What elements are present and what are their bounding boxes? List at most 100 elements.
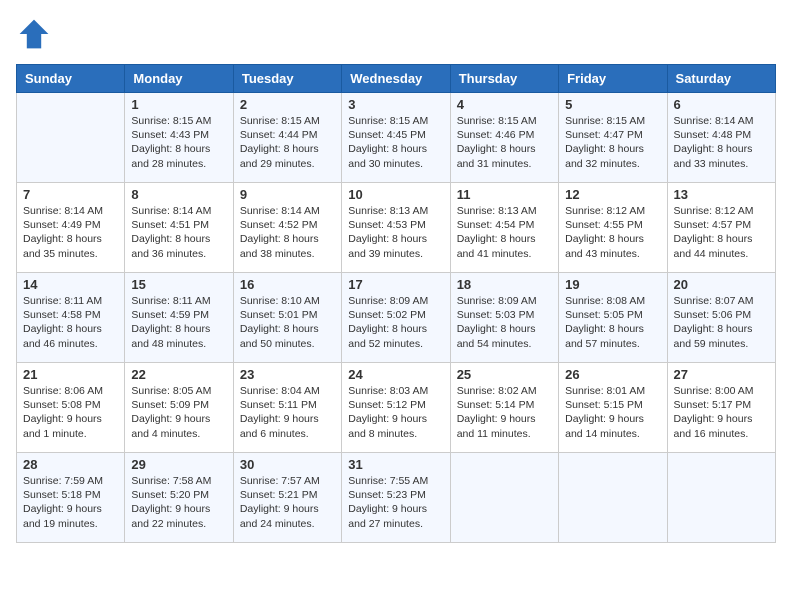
day-number: 8 — [131, 187, 226, 202]
calendar-cell: 4 Sunrise: 8:15 AMSunset: 4:46 PMDaylight… — [450, 93, 558, 183]
calendar-header-monday: Monday — [125, 65, 233, 93]
day-info: Sunrise: 8:10 AMSunset: 5:01 PMDaylight:… — [240, 294, 335, 351]
calendar-cell: 1 Sunrise: 8:15 AMSunset: 4:43 PMDaylight… — [125, 93, 233, 183]
day-info: Sunrise: 7:55 AMSunset: 5:23 PMDaylight:… — [348, 474, 443, 531]
calendar-header-sunday: Sunday — [17, 65, 125, 93]
day-info: Sunrise: 8:12 AMSunset: 4:55 PMDaylight:… — [565, 204, 660, 261]
day-number: 17 — [348, 277, 443, 292]
day-info: Sunrise: 8:15 AMSunset: 4:45 PMDaylight:… — [348, 114, 443, 171]
day-number: 19 — [565, 277, 660, 292]
calendar-cell: 13 Sunrise: 8:12 AMSunset: 4:57 PMDayligh… — [667, 183, 775, 273]
day-info: Sunrise: 8:13 AMSunset: 4:54 PMDaylight:… — [457, 204, 552, 261]
day-info: Sunrise: 8:08 AMSunset: 5:05 PMDaylight:… — [565, 294, 660, 351]
day-number: 10 — [348, 187, 443, 202]
calendar-week-row: 21 Sunrise: 8:06 AMSunset: 5:08 PMDayligh… — [17, 363, 776, 453]
day-info: Sunrise: 8:00 AMSunset: 5:17 PMDaylight:… — [674, 384, 769, 441]
day-info: Sunrise: 8:15 AMSunset: 4:44 PMDaylight:… — [240, 114, 335, 171]
day-number: 11 — [457, 187, 552, 202]
day-info: Sunrise: 8:02 AMSunset: 5:14 PMDaylight:… — [457, 384, 552, 441]
day-number: 1 — [131, 97, 226, 112]
calendar-cell: 3 Sunrise: 8:15 AMSunset: 4:45 PMDaylight… — [342, 93, 450, 183]
day-number: 12 — [565, 187, 660, 202]
calendar-cell: 7 Sunrise: 8:14 AMSunset: 4:49 PMDaylight… — [17, 183, 125, 273]
calendar-cell: 16Sunrise: 8:10 AMSunset: 5:01 PMDayligh… — [233, 273, 341, 363]
calendar-week-row: 28 Sunrise: 7:59 AMSunset: 5:18 PMDayligh… — [17, 453, 776, 543]
calendar-header-wednesday: Wednesday — [342, 65, 450, 93]
calendar-week-row: 7 Sunrise: 8:14 AMSunset: 4:49 PMDaylight… — [17, 183, 776, 273]
day-info: Sunrise: 8:14 AMSunset: 4:52 PMDaylight:… — [240, 204, 335, 261]
day-info: Sunrise: 8:13 AMSunset: 4:53 PMDaylight:… — [348, 204, 443, 261]
day-info: Sunrise: 8:14 AMSunset: 4:51 PMDaylight:… — [131, 204, 226, 261]
day-number: 24 — [348, 367, 443, 382]
calendar-cell: 25 Sunrise: 8:02 AMSunset: 5:14 PMDayligh… — [450, 363, 558, 453]
day-info: Sunrise: 8:09 AMSunset: 5:03 PMDaylight:… — [457, 294, 552, 351]
calendar-cell: 9 Sunrise: 8:14 AMSunset: 4:52 PMDaylight… — [233, 183, 341, 273]
day-number: 14 — [23, 277, 118, 292]
day-number: 2 — [240, 97, 335, 112]
day-number: 6 — [674, 97, 769, 112]
calendar-cell — [559, 453, 667, 543]
day-info: Sunrise: 8:14 AMSunset: 4:49 PMDaylight:… — [23, 204, 118, 261]
day-number: 29 — [131, 457, 226, 472]
calendar-cell: 30Sunrise: 7:57 AMSunset: 5:21 PMDayligh… — [233, 453, 341, 543]
calendar-cell: 19 Sunrise: 8:08 AMSunset: 5:05 PMDayligh… — [559, 273, 667, 363]
day-number: 26 — [565, 367, 660, 382]
day-info: Sunrise: 8:15 AMSunset: 4:43 PMDaylight:… — [131, 114, 226, 171]
day-info: Sunrise: 8:01 AMSunset: 5:15 PMDaylight:… — [565, 384, 660, 441]
calendar-cell: 28 Sunrise: 7:59 AMSunset: 5:18 PMDayligh… — [17, 453, 125, 543]
calendar-cell: 5Sunrise: 8:15 AMSunset: 4:47 PMDaylight… — [559, 93, 667, 183]
calendar-cell: 21 Sunrise: 8:06 AMSunset: 5:08 PMDayligh… — [17, 363, 125, 453]
calendar-header-row: SundayMondayTuesdayWednesdayThursdayFrid… — [17, 65, 776, 93]
day-number: 25 — [457, 367, 552, 382]
day-info: Sunrise: 8:07 AMSunset: 5:06 PMDaylight:… — [674, 294, 769, 351]
calendar-cell: 20 Sunrise: 8:07 AMSunset: 5:06 PMDayligh… — [667, 273, 775, 363]
calendar-cell — [450, 453, 558, 543]
day-info: Sunrise: 8:14 AMSunset: 4:48 PMDaylight:… — [674, 114, 769, 171]
day-info: Sunrise: 8:05 AMSunset: 5:09 PMDaylight:… — [131, 384, 226, 441]
calendar-header-saturday: Saturday — [667, 65, 775, 93]
calendar-week-row: 1 Sunrise: 8:15 AMSunset: 4:43 PMDaylight… — [17, 93, 776, 183]
calendar-cell: 6 Sunrise: 8:14 AMSunset: 4:48 PMDaylight… — [667, 93, 775, 183]
day-number: 13 — [674, 187, 769, 202]
calendar-cell: 18 Sunrise: 8:09 AMSunset: 5:03 PMDayligh… — [450, 273, 558, 363]
day-info: Sunrise: 8:09 AMSunset: 5:02 PMDaylight:… — [348, 294, 443, 351]
day-info: Sunrise: 8:12 AMSunset: 4:57 PMDaylight:… — [674, 204, 769, 261]
calendar-cell: 14 Sunrise: 8:11 AMSunset: 4:58 PMDayligh… — [17, 273, 125, 363]
calendar-cell: 29 Sunrise: 7:58 AMSunset: 5:20 PMDayligh… — [125, 453, 233, 543]
calendar-cell: 2 Sunrise: 8:15 AMSunset: 4:44 PMDaylight… — [233, 93, 341, 183]
calendar-header-thursday: Thursday — [450, 65, 558, 93]
logo-icon — [16, 16, 52, 52]
day-info: Sunrise: 8:11 AMSunset: 4:58 PMDaylight:… — [23, 294, 118, 351]
calendar-cell: 31 Sunrise: 7:55 AMSunset: 5:23 PMDayligh… — [342, 453, 450, 543]
day-number: 28 — [23, 457, 118, 472]
calendar-cell: 10 Sunrise: 8:13 AMSunset: 4:53 PMDayligh… — [342, 183, 450, 273]
day-info: Sunrise: 8:04 AMSunset: 5:11 PMDaylight:… — [240, 384, 335, 441]
day-number: 27 — [674, 367, 769, 382]
calendar-cell: 15Sunrise: 8:11 AMSunset: 4:59 PMDayligh… — [125, 273, 233, 363]
day-info: Sunrise: 7:59 AMSunset: 5:18 PMDaylight:… — [23, 474, 118, 531]
day-number: 9 — [240, 187, 335, 202]
calendar-cell: 12 Sunrise: 8:12 AMSunset: 4:55 PMDayligh… — [559, 183, 667, 273]
day-number: 7 — [23, 187, 118, 202]
day-number: 22 — [131, 367, 226, 382]
calendar-header-tuesday: Tuesday — [233, 65, 341, 93]
day-number: 4 — [457, 97, 552, 112]
page-header — [16, 16, 776, 52]
day-info: Sunrise: 8:11 AMSunset: 4:59 PMDaylight:… — [131, 294, 226, 351]
day-number: 20 — [674, 277, 769, 292]
day-number: 21 — [23, 367, 118, 382]
calendar-cell: 26 Sunrise: 8:01 AMSunset: 5:15 PMDayligh… — [559, 363, 667, 453]
day-info: Sunrise: 8:03 AMSunset: 5:12 PMDaylight:… — [348, 384, 443, 441]
day-number: 3 — [348, 97, 443, 112]
day-number: 31 — [348, 457, 443, 472]
day-info: Sunrise: 8:06 AMSunset: 5:08 PMDaylight:… — [23, 384, 118, 441]
calendar-cell: 23Sunrise: 8:04 AMSunset: 5:11 PMDayligh… — [233, 363, 341, 453]
day-info: Sunrise: 7:58 AMSunset: 5:20 PMDaylight:… — [131, 474, 226, 531]
day-info: Sunrise: 8:15 AMSunset: 4:46 PMDaylight:… — [457, 114, 552, 171]
calendar-cell — [17, 93, 125, 183]
calendar-table: SundayMondayTuesdayWednesdayThursdayFrid… — [16, 64, 776, 543]
day-number: 30 — [240, 457, 335, 472]
calendar-cell: 8 Sunrise: 8:14 AMSunset: 4:51 PMDaylight… — [125, 183, 233, 273]
calendar-cell — [667, 453, 775, 543]
day-number: 18 — [457, 277, 552, 292]
